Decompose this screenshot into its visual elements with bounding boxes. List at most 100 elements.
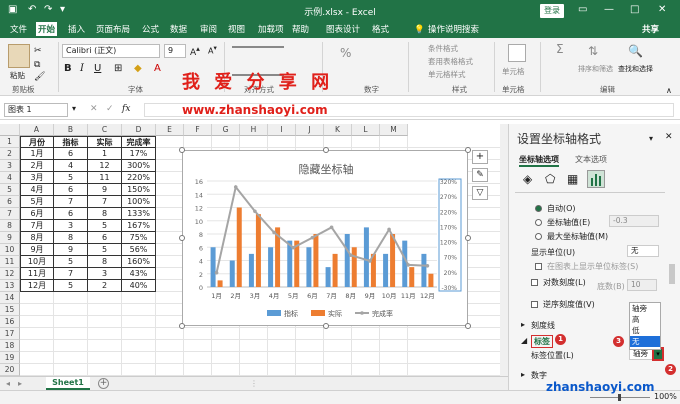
enter-icon[interactable]: ✓: [106, 104, 114, 114]
row-header-7[interactable]: 7: [0, 208, 20, 220]
row-header-18[interactable]: 18: [0, 340, 20, 352]
option-low[interactable]: 低: [630, 325, 660, 336]
table-header-cell[interactable]: 完成率: [122, 136, 156, 148]
table-cell[interactable]: 5: [54, 256, 88, 268]
column-header-j[interactable]: J: [296, 124, 324, 136]
fill-color-icon[interactable]: ◆: [134, 63, 142, 74]
auto-radio[interactable]: [535, 205, 542, 212]
share-button[interactable]: 共享: [640, 22, 661, 38]
italic-icon[interactable]: I: [80, 63, 84, 74]
row-header-14[interactable]: 14: [0, 292, 20, 304]
font-name-select[interactable]: Calibri (正文): [62, 44, 160, 58]
table-cell[interactable]: 6: [54, 148, 88, 160]
font-color-icon[interactable]: A: [154, 63, 161, 74]
column-header-d[interactable]: D: [122, 124, 156, 136]
close-icon[interactable]: ✕: [658, 4, 666, 15]
table-cell[interactable]: 12: [88, 160, 122, 172]
chart-filter-icon[interactable]: ▽: [472, 186, 488, 200]
label-position-listbox[interactable]: 轴旁 高 低 无: [629, 302, 661, 350]
row-header-2[interactable]: 2: [0, 148, 20, 160]
add-sheet-button[interactable]: +: [98, 378, 109, 389]
option-high[interactable]: 高: [630, 314, 660, 325]
axis-options-icon[interactable]: [587, 170, 605, 188]
table-cell[interactable]: 10月: [20, 256, 54, 268]
row-header-19[interactable]: 19: [0, 352, 20, 364]
table-cell[interactable]: 1: [88, 148, 122, 160]
axis-value-input[interactable]: -0.3: [609, 215, 659, 227]
conditional-format-button[interactable]: 条件格式: [428, 43, 458, 54]
sort-filter-button[interactable]: 排序和筛选: [578, 64, 613, 74]
labels-section[interactable]: 标签: [531, 335, 553, 348]
cut-icon[interactable]: ✂: [34, 46, 42, 56]
row-header-17[interactable]: 17: [0, 328, 20, 340]
row-header-20[interactable]: 20: [0, 364, 20, 376]
table-header-cell[interactable]: 指标: [54, 136, 88, 148]
table-header-cell[interactable]: 实际: [88, 136, 122, 148]
table-cell[interactable]: 6: [54, 184, 88, 196]
table-cell[interactable]: 5: [88, 244, 122, 256]
row-header-8[interactable]: 8: [0, 220, 20, 232]
collapse-ribbon-icon[interactable]: ∧: [666, 86, 672, 95]
table-cell[interactable]: 6: [54, 208, 88, 220]
table-cell[interactable]: 11: [88, 172, 122, 184]
underline-icon[interactable]: U: [94, 63, 101, 74]
bold-icon[interactable]: B: [64, 63, 72, 74]
autosum-icon[interactable]: Σ: [556, 42, 564, 56]
find-select-button[interactable]: 查找和选择: [618, 64, 653, 74]
table-header-cell[interactable]: 月份: [20, 136, 54, 148]
split-handle-icon[interactable]: ⋮: [250, 379, 258, 388]
ribbon-display-icon[interactable]: ▭: [578, 4, 587, 15]
next-sheet-icon[interactable]: ▸: [18, 379, 22, 388]
option-none[interactable]: 无: [630, 336, 660, 347]
table-cell[interactable]: 100%: [122, 196, 156, 208]
paste-icon[interactable]: [8, 44, 30, 68]
tab-data[interactable]: 数据: [168, 22, 189, 38]
table-cell[interactable]: 11月: [20, 268, 54, 280]
table-cell[interactable]: 7月: [20, 220, 54, 232]
axis-options-tab[interactable]: 坐标轴选项: [519, 154, 559, 167]
namebox-dropdown-icon[interactable]: ▾: [72, 104, 76, 113]
zoom-level[interactable]: 100%: [654, 392, 677, 401]
table-cell[interactable]: 6月: [20, 208, 54, 220]
log-checkbox[interactable]: [531, 279, 538, 286]
maximize-icon[interactable]: □: [630, 4, 639, 15]
pane-close-icon[interactable]: ✕: [665, 132, 673, 142]
row-header-10[interactable]: 10: [0, 244, 20, 256]
axis-value-radio[interactable]: [535, 219, 542, 226]
chart-styles-icon[interactable]: ✎: [472, 168, 488, 182]
login-button[interactable]: 登录: [540, 4, 564, 18]
table-cell[interactable]: 220%: [122, 172, 156, 184]
table-cell[interactable]: 4月: [20, 184, 54, 196]
tab-review[interactable]: 审阅: [198, 22, 219, 38]
column-header-l[interactable]: L: [352, 124, 380, 136]
labels-expander-icon[interactable]: ◢: [521, 336, 527, 345]
option-next-to-axis[interactable]: 轴旁: [630, 303, 660, 314]
row-header-3[interactable]: 3: [0, 160, 20, 172]
row-header-16[interactable]: 16: [0, 316, 20, 328]
sort-filter-icon[interactable]: ⇅: [588, 44, 598, 58]
table-cell[interactable]: 17%: [122, 148, 156, 160]
chart-plot[interactable]: 1614121086420320%270%220%170%120%70%20%-…: [183, 151, 469, 327]
column-header-k[interactable]: K: [324, 124, 352, 136]
row-header-13[interactable]: 13: [0, 280, 20, 292]
select-all-corner[interactable]: [0, 124, 20, 136]
borders-icon[interactable]: ⊞: [114, 63, 122, 74]
column-header-b[interactable]: B: [54, 124, 88, 136]
sheet-tab-sheet1[interactable]: Sheet1: [46, 377, 90, 390]
tab-chart-design[interactable]: 图表设计: [324, 22, 362, 38]
table-cell[interactable]: 8: [88, 208, 122, 220]
ticks-expander-icon[interactable]: ▸: [521, 320, 525, 329]
table-cell[interactable]: 5: [54, 172, 88, 184]
row-header-11[interactable]: 11: [0, 256, 20, 268]
table-cell[interactable]: 3: [88, 268, 122, 280]
copy-icon[interactable]: ⧉: [34, 60, 40, 70]
tab-view[interactable]: 视图: [226, 22, 247, 38]
table-cell[interactable]: 150%: [122, 184, 156, 196]
table-cell[interactable]: 160%: [122, 256, 156, 268]
table-cell[interactable]: 1月: [20, 148, 54, 160]
table-cell[interactable]: 8: [54, 232, 88, 244]
shrink-font-icon[interactable]: A▾: [208, 44, 217, 56]
chart[interactable]: 隐藏坐标轴 16 14 12 10 8 6 4 2 0 320% 270% 220% 170% 120% 7…: [179, 147, 471, 329]
number-expander-icon[interactable]: ▸: [521, 370, 525, 379]
table-cell[interactable]: 5: [54, 280, 88, 292]
